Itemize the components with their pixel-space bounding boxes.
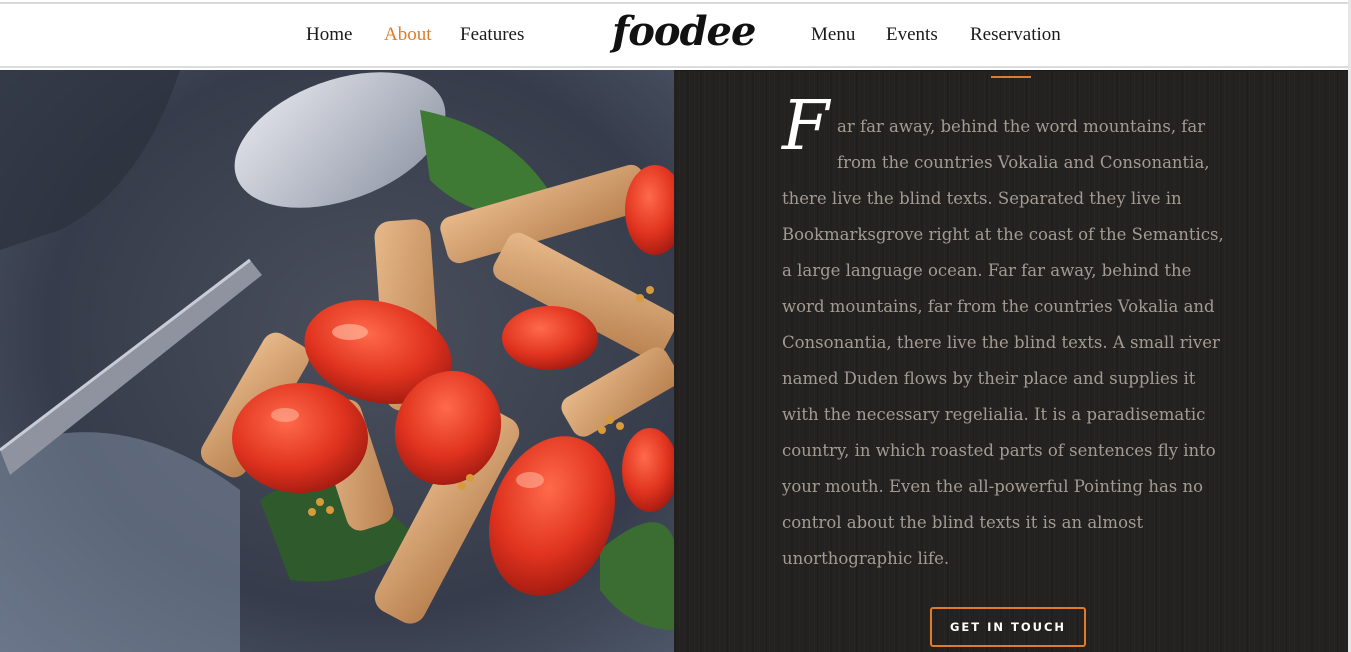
paragraph-line: Consonantia, there live the blind texts.… xyxy=(782,333,1220,352)
paragraph-line: named Duden flows by their place and sup… xyxy=(782,369,1196,388)
nav-menu[interactable]: Menu xyxy=(811,24,855,46)
get-in-touch-button[interactable]: GET IN TOUCH xyxy=(930,607,1086,647)
paragraph-line: a large language ocean. Far far away, be… xyxy=(782,261,1192,280)
about-paragraph: ar far away, behind the word mountains, … xyxy=(782,109,1252,577)
about-panel: F ar far away, behind the word mountains… xyxy=(674,70,1348,652)
paragraph-line: control about the blind texts it is an a… xyxy=(782,513,1144,532)
nav-reservation[interactable]: Reservation xyxy=(970,24,1061,46)
paragraph-line: country, in which roasted parts of sente… xyxy=(782,441,1216,460)
site-header: Home About Features foodee Menu Events R… xyxy=(0,4,1348,68)
paragraph-line: ar far away, behind the word mountains, … xyxy=(837,117,1206,136)
nav-home[interactable]: Home xyxy=(306,24,352,46)
nav-about[interactable]: About xyxy=(384,24,432,46)
nav-features[interactable]: Features xyxy=(460,24,524,46)
paragraph-line: from the countries Vokalia and Consonant… xyxy=(837,153,1210,172)
paragraph-line: word mountains, far from the countries V… xyxy=(782,297,1215,316)
site-logo[interactable]: foodee xyxy=(612,8,756,55)
paragraph-line: Bookmarksgrove right at the coast of the… xyxy=(782,225,1224,244)
paragraph-line: your mouth. Even the all-powerful Pointi… xyxy=(782,477,1204,496)
pasta-tomato-salad-photo xyxy=(0,70,674,652)
paragraph-line: there live the blind texts. Separated th… xyxy=(782,189,1182,208)
paragraph-line: unorthographic life. xyxy=(782,549,950,568)
section-accent-bar xyxy=(991,76,1031,78)
paragraph-line: with the necessary regelialia. It is a p… xyxy=(782,405,1206,424)
nav-events[interactable]: Events xyxy=(886,24,938,46)
